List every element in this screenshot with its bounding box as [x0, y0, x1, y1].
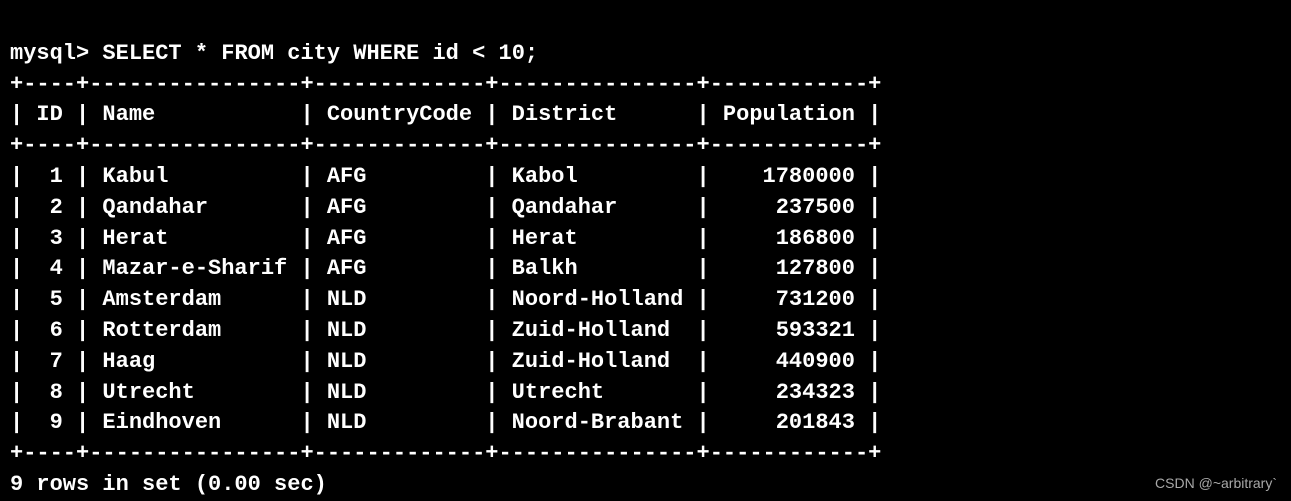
table-row: | 2 | Qandahar | AFG | Qandahar | 237500… [10, 195, 881, 220]
table-row: | 1 | Kabul | AFG | Kabol | 1780000 | [10, 164, 881, 189]
table-border-bottom: +----+----------------+-------------+---… [10, 441, 881, 466]
table-row: | 5 | Amsterdam | NLD | Noord-Holland | … [10, 287, 881, 312]
table-row: | 9 | Eindhoven | NLD | Noord-Brabant | … [10, 410, 881, 435]
table-row: | 4 | Mazar-e-Sharif | AFG | Balkh | 127… [10, 256, 881, 281]
table-border-top: +----+----------------+-------------+---… [10, 72, 881, 97]
result-summary: 9 rows in set (0.00 sec) [10, 472, 327, 497]
table-row: | 6 | Rotterdam | NLD | Zuid-Holland | 5… [10, 318, 881, 343]
sql-query: SELECT * FROM city WHERE id < 10; [102, 41, 538, 66]
csdn-watermark: CSDN @~arbitrary` [1155, 474, 1277, 494]
mysql-terminal[interactable]: mysql> SELECT * FROM city WHERE id < 10;… [10, 8, 1281, 501]
table-row: | 3 | Herat | AFG | Herat | 186800 | [10, 226, 881, 251]
table-row: | 8 | Utrecht | NLD | Utrecht | 234323 | [10, 380, 881, 405]
table-row: | 7 | Haag | NLD | Zuid-Holland | 440900… [10, 349, 881, 374]
table-border-mid: +----+----------------+-------------+---… [10, 133, 881, 158]
table-header-row: | ID | Name | CountryCode | District | P… [10, 102, 881, 127]
mysql-prompt: mysql> SELECT * FROM city WHERE id < 10; [10, 41, 538, 66]
